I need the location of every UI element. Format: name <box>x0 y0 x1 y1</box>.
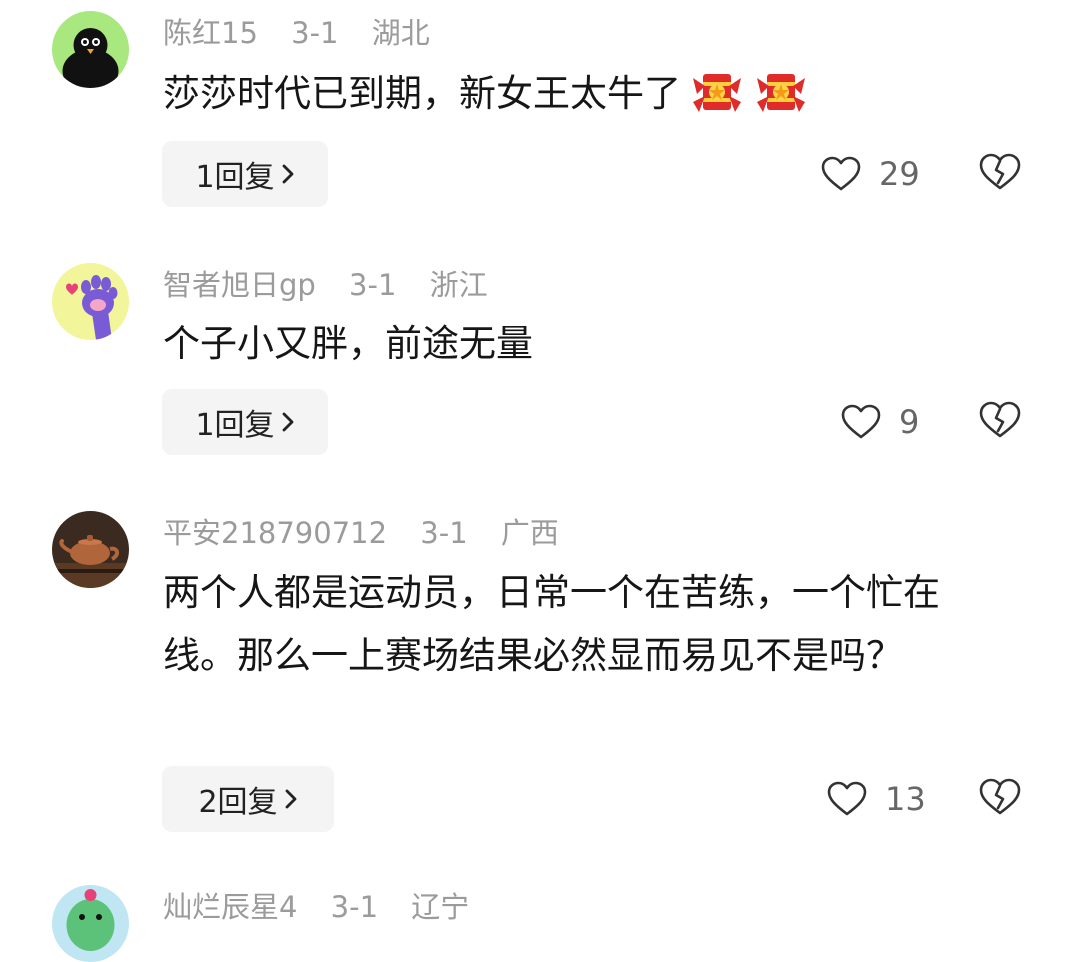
comment-location: 浙江 <box>429 268 488 302</box>
dislike-button[interactable] <box>979 153 1021 195</box>
avatar[interactable] <box>52 885 129 962</box>
comment-date: 3-1 <box>420 516 468 550</box>
reply-label: 1回复 <box>195 408 275 443</box>
comment-text-wrapper: 两个人都是运动员，日常一个在苦练，一个忙在线。那么一上赛场结果必然显而易见不是吗… <box>163 561 1013 687</box>
broken-heart-icon <box>979 153 1021 190</box>
like-button[interactable]: 13 <box>827 774 926 824</box>
heart-icon <box>827 781 867 816</box>
comment-location: 辽宁 <box>411 890 470 924</box>
heart-icon <box>841 404 881 439</box>
heart-icon <box>821 156 861 191</box>
reply-label: 1回复 <box>195 160 275 195</box>
comment-location: 广西 <box>500 516 559 550</box>
green-cartoon-avatar-icon <box>52 885 129 962</box>
comment-date: 3-1 <box>291 16 339 50</box>
reply-button[interactable]: 2回复 <box>162 766 334 832</box>
broken-heart-icon <box>979 778 1021 815</box>
comment-text: 两个人都是运动员，日常一个在苦练，一个忙在线。那么一上赛场结果必然显而易见不是吗… <box>163 571 940 677</box>
chevron-right-icon <box>284 788 298 810</box>
comment-location: 湖北 <box>371 16 430 50</box>
avatar[interactable] <box>52 11 129 88</box>
reply-button[interactable]: 1回复 <box>162 141 328 207</box>
teapot-avatar-icon <box>52 511 129 588</box>
comment-text-wrapper: 莎莎时代已到期，新女王太牛了 <box>163 62 1023 125</box>
reply-button[interactable]: 1回复 <box>162 389 328 455</box>
chevron-right-icon <box>281 411 295 433</box>
comment-text: 莎莎时代已到期，新女王太牛了 <box>163 72 681 115</box>
dislike-button[interactable] <box>979 778 1021 820</box>
avatar[interactable] <box>52 511 129 588</box>
like-button[interactable]: 9 <box>841 397 919 447</box>
comment-text: 个子小又胖，前途无量 <box>163 322 533 365</box>
reply-label: 2回复 <box>198 785 278 820</box>
username[interactable]: 智者旭日gp <box>163 268 316 302</box>
dislike-button[interactable] <box>979 401 1021 443</box>
black-bird-avatar-icon <box>52 11 129 88</box>
comment-meta: 平安218790712 3-1 广西 <box>163 513 559 553</box>
chevron-right-icon <box>281 163 295 185</box>
username[interactable]: 陈红15 <box>163 16 258 50</box>
broken-heart-icon <box>979 401 1021 438</box>
purple-paw-avatar-icon <box>52 263 129 340</box>
firecracker-icon <box>753 64 809 120</box>
comment-meta: 智者旭日gp 3-1 浙江 <box>163 265 488 305</box>
like-count: 13 <box>885 780 926 818</box>
firecracker-icon <box>689 64 745 120</box>
avatar[interactable] <box>52 263 129 340</box>
like-button[interactable]: 29 <box>821 149 920 199</box>
comment-date: 3-1 <box>330 890 379 924</box>
like-count: 29 <box>879 155 920 193</box>
username[interactable]: 灿烂辰星4 <box>163 890 297 924</box>
comment-meta: 陈红15 3-1 湖北 <box>163 13 430 53</box>
comment-date: 3-1 <box>349 268 397 302</box>
like-count: 9 <box>899 403 920 441</box>
comment-text-wrapper: 个子小又胖，前途无量 <box>163 312 1023 375</box>
comment-meta: 灿烂辰星4 3-1 辽宁 <box>163 887 469 927</box>
username[interactable]: 平安218790712 <box>163 516 387 550</box>
